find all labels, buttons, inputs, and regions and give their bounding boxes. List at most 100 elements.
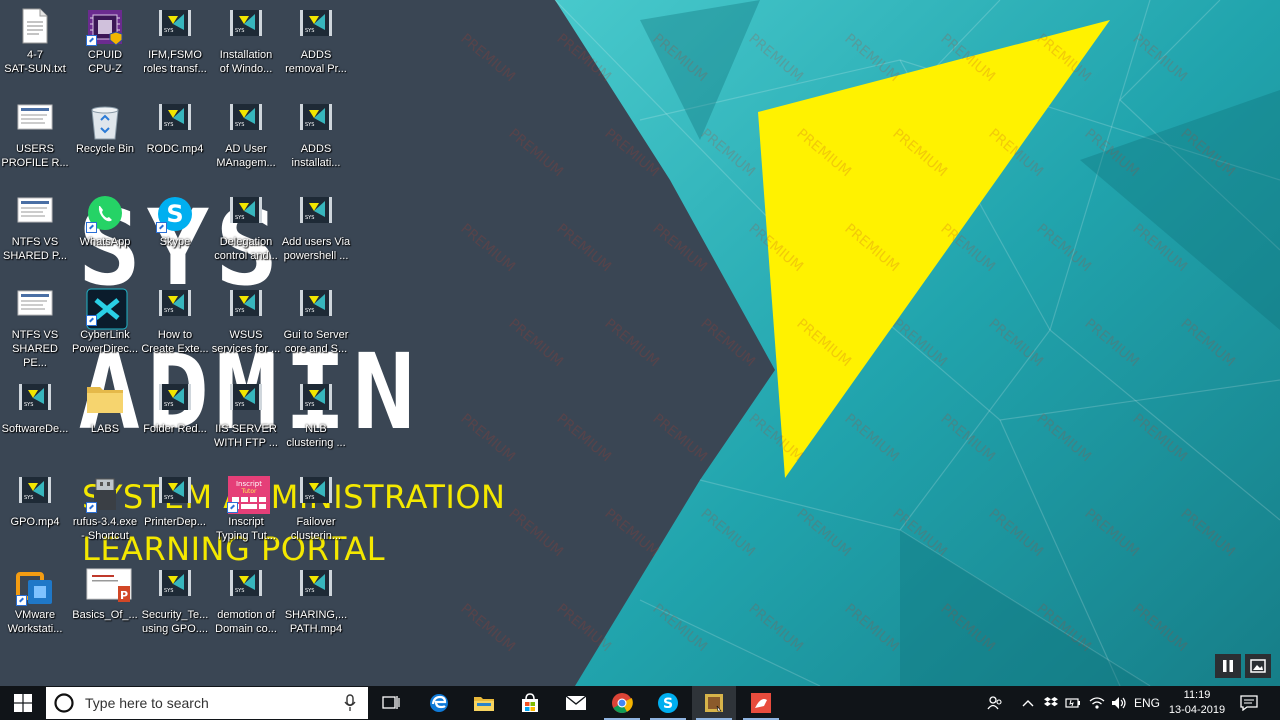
skype-icon[interactable]: S <box>646 686 690 720</box>
desktop-icon-rufus-3-4-exe[interactable]: rufus-3.4.exe - Shortcut <box>70 473 140 565</box>
desktop-icon-inscript[interactable]: Inscript Tutor Inscript Typing Tut... <box>211 473 281 565</box>
shortcut-arrow-icon <box>16 595 27 606</box>
desktop-icon-vmware[interactable]: VMware Workstati... <box>0 566 70 658</box>
desktop-icon-label: ADDS removal Pr... <box>285 49 347 75</box>
desktop-icon-security-te[interactable]: SYS Security_Te... using GPO.... <box>140 566 210 658</box>
battery-plug-icon[interactable] <box>1062 686 1084 720</box>
video-file-icon: SYS <box>227 382 265 420</box>
desktop-icon-adds[interactable]: SYS ADDS installati... <box>281 100 351 192</box>
desktop-icon-labs[interactable]: LABS <box>70 380 140 472</box>
desktop-icon-basics-of[interactable]: P Basics_Of_... <box>70 566 140 658</box>
desktop-icon-label: VMware Workstati... <box>7 609 63 635</box>
svg-text:SYS: SYS <box>164 495 173 501</box>
screen-recorder-icon[interactable] <box>739 686 783 720</box>
svg-text:S: S <box>663 696 673 712</box>
desktop-icon-4-7[interactable]: 4-7 SAT-SUN.txt <box>0 6 70 98</box>
wifi-icon[interactable] <box>1086 686 1108 720</box>
taskbar-search-box[interactable]: Type here to search <box>46 687 368 719</box>
document-thumbnail-icon <box>16 288 54 326</box>
whatsapp-icon <box>86 195 124 233</box>
file-manager-icon[interactable] <box>692 686 736 720</box>
microphone-icon[interactable] <box>344 694 356 712</box>
task-view-icon[interactable] <box>369 686 413 720</box>
desktop-icon-wsus[interactable]: SYS WSUS services for ... <box>211 286 281 378</box>
svg-text:SYS: SYS <box>305 402 314 408</box>
chevron-up-icon[interactable] <box>1018 686 1038 720</box>
desktop-icon-ad-user[interactable]: SYS AD User MAnagem... <box>211 100 281 192</box>
desktop-icon-softwarede[interactable]: SYS SoftwareDe... <box>0 380 70 472</box>
desktop-icon-label: RODC.mp4 <box>146 143 204 155</box>
desktop-icon-label: Folder Red... <box>143 423 207 435</box>
desktop-icon-label: GPO.mp4 <box>10 516 60 528</box>
folder-icon <box>86 382 124 420</box>
desktop-icon-iis-server[interactable]: SYS IIS SERVER WITH FTP ... <box>211 380 281 472</box>
desktop-icon-ifm-fsmo[interactable]: SYS IFM,FSMO roles transf... <box>140 6 210 98</box>
svg-text:SYS: SYS <box>305 588 314 594</box>
language-indicator[interactable]: ENG <box>1132 686 1162 720</box>
taskbar-clock[interactable]: 11:19 13-04-2019 <box>1163 688 1231 718</box>
svg-text:SYS: SYS <box>235 28 244 34</box>
video-file-icon: SYS <box>297 475 335 513</box>
svg-text:SYS: SYS <box>305 215 314 221</box>
inscript-icon: Inscript Tutor <box>227 475 270 514</box>
desktop-icon-label: Gui to Server core and S... <box>283 329 349 355</box>
desktop-icon-nlb[interactable]: SYS NLB clustering ... <box>281 380 351 472</box>
text-file-icon <box>16 8 54 46</box>
desktop-icon-label: NTFS VS SHARED PE... <box>11 329 59 369</box>
desktop-icon-label: Add users Via powershell ... <box>281 236 351 262</box>
desktop-icon-adds[interactable]: SYS ADDS removal Pr... <box>281 6 351 98</box>
powerpoint-icon: P <box>86 568 132 606</box>
picture-in-picture-icon[interactable] <box>1245 654 1271 678</box>
volume-icon[interactable] <box>1108 686 1130 720</box>
action-center-icon[interactable] <box>1236 686 1262 720</box>
desktop-icon-users[interactable]: USERS PROFILE R... <box>0 100 70 192</box>
start-button[interactable] <box>0 686 46 720</box>
desktop-icon-ntfs-vs[interactable]: NTFS VS SHARED P... <box>0 193 70 285</box>
video-file-icon: SYS <box>156 382 194 420</box>
store-icon[interactable] <box>508 686 552 720</box>
desktop-icon-whatsapp[interactable]: WhatsApp <box>70 193 140 285</box>
video-file-icon: SYS <box>227 288 265 326</box>
edge-icon[interactable] <box>417 686 461 720</box>
cortana-circle-icon <box>54 693 74 713</box>
desktop-icon-sharing[interactable]: SYS SHARING,... PATH.mp4 <box>281 566 351 658</box>
desktop-icon-printerdep[interactable]: SYS PrinterDep... <box>140 473 210 565</box>
desktop-icon-label: Basics_Of_... <box>72 609 138 621</box>
desktop-icon-label: Delegation control and... <box>214 236 278 262</box>
shortcut-arrow-icon <box>86 502 97 513</box>
desktop-icon-cyberlink[interactable]: CyberLink PowerDirec... <box>70 286 140 378</box>
people-icon[interactable] <box>982 686 1008 720</box>
desktop-icon-rodc-mp4[interactable]: SYS RODC.mp4 <box>140 100 210 192</box>
svg-text:SYS: SYS <box>305 122 314 128</box>
mail-icon[interactable] <box>554 686 598 720</box>
desktop-icon-label: AD User MAnagem... <box>216 143 276 169</box>
desktop-icon-label: NLB clustering ... <box>286 423 346 449</box>
video-file-icon: SYS <box>227 8 265 46</box>
video-file-icon: SYS <box>227 102 265 140</box>
desktop-icon-gui-to-server[interactable]: SYS Gui to Server core and S... <box>281 286 351 378</box>
chrome-icon[interactable] <box>600 686 644 720</box>
desktop-icon-add-users-via[interactable]: SYS Add users Via powershell ... <box>281 193 351 285</box>
desktop-icon-installation[interactable]: SYS Installation of Windo... <box>211 6 281 98</box>
svg-text:SYS: SYS <box>164 28 173 34</box>
vmware-icon <box>16 568 54 606</box>
desktop-icon-failover[interactable]: SYS Failover clusterin... <box>281 473 351 565</box>
desktop-icon-skype[interactable]: S Skype <box>140 193 210 285</box>
desktop-icon-label: SHARING,... PATH.mp4 <box>284 609 348 635</box>
clock-date: 13-04-2019 <box>1168 704 1226 716</box>
file-explorer-icon[interactable] <box>462 686 506 720</box>
desktop-icon-recycle-bin[interactable]: Recycle Bin <box>70 100 140 192</box>
shortcut-arrow-icon <box>86 315 97 326</box>
pause-icon[interactable] <box>1215 654 1241 678</box>
desktop-icon-folder-red[interactable]: SYS Folder Red... <box>140 380 210 472</box>
desktop-icon-gpo-mp4[interactable]: SYS GPO.mp4 <box>0 473 70 565</box>
desktop-icon-cpuid[interactable]: CPUID CPU-Z <box>70 6 140 98</box>
desktop-icon-delegation[interactable]: SYS Delegation control and... <box>211 193 281 285</box>
desktop-icon-label: Inscript Typing Tut... <box>216 516 276 542</box>
desktop-icon-label: CPUID CPU-Z <box>87 49 123 75</box>
desktop-icon-demotion-of[interactable]: SYS demotion of Domain co... <box>211 566 281 658</box>
video-file-icon: SYS <box>297 568 335 606</box>
dropbox-icon[interactable] <box>1040 686 1062 720</box>
desktop-icon-ntfs-vs[interactable]: NTFS VS SHARED PE... <box>0 286 70 378</box>
desktop-icon-how-to[interactable]: SYS How to Create Exte... <box>140 286 210 378</box>
